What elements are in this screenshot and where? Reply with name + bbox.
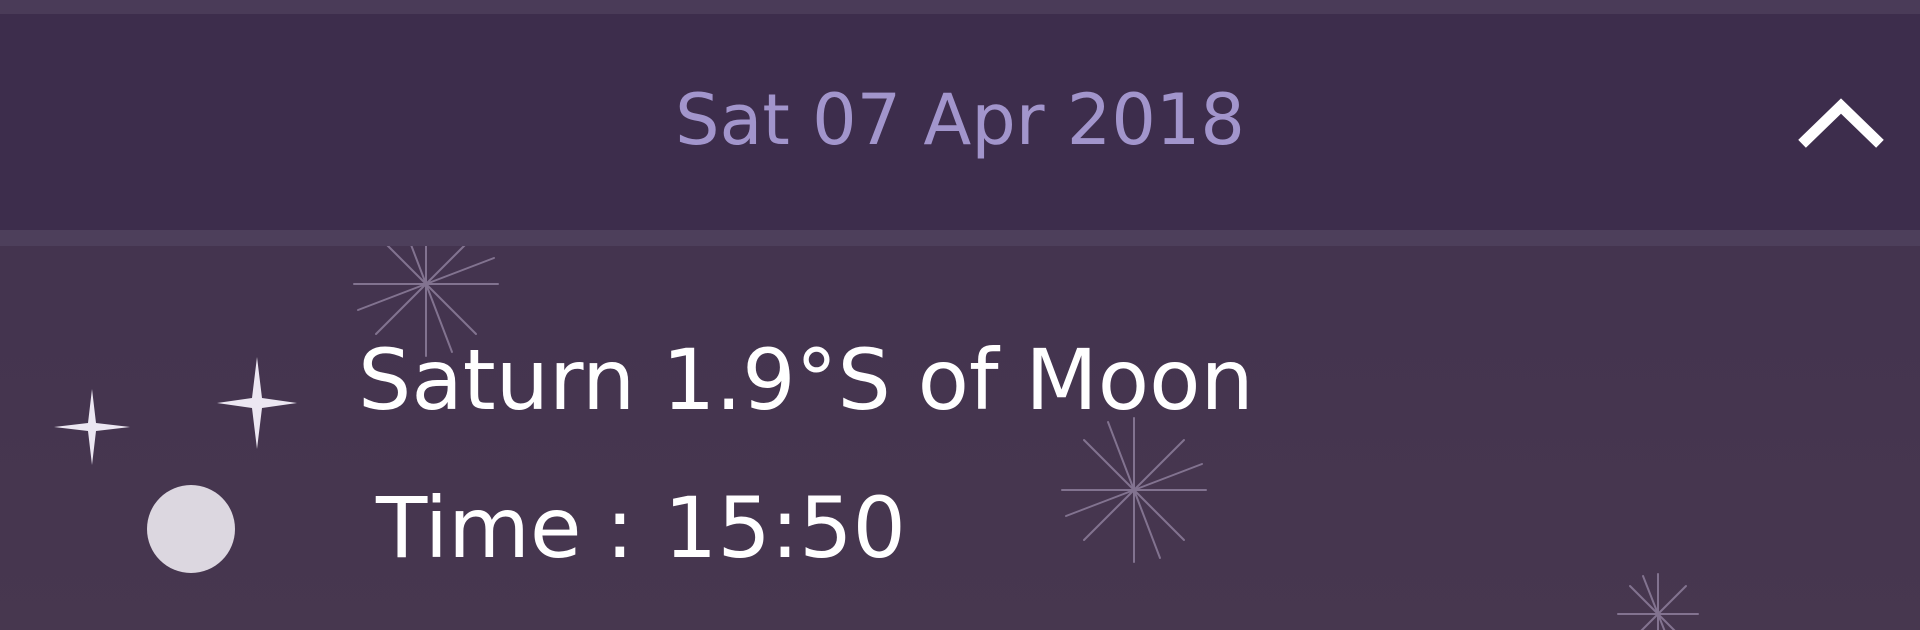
event-time: Time:15:50 bbox=[376, 478, 906, 578]
time-label: Time bbox=[376, 479, 582, 577]
date-title: Sat 07 Apr 2018 bbox=[675, 79, 1245, 161]
header-divider bbox=[0, 230, 1920, 246]
time-value: 15:50 bbox=[663, 479, 906, 577]
chevron-up-icon bbox=[1798, 98, 1884, 148]
moon-icon bbox=[147, 485, 235, 573]
event-row[interactable] bbox=[0, 246, 1920, 630]
top-strip bbox=[0, 0, 1920, 14]
time-separator: : bbox=[605, 479, 634, 577]
event-title: Saturn 1.9°S of Moon bbox=[358, 331, 1254, 429]
collapse-button[interactable] bbox=[1796, 88, 1886, 158]
